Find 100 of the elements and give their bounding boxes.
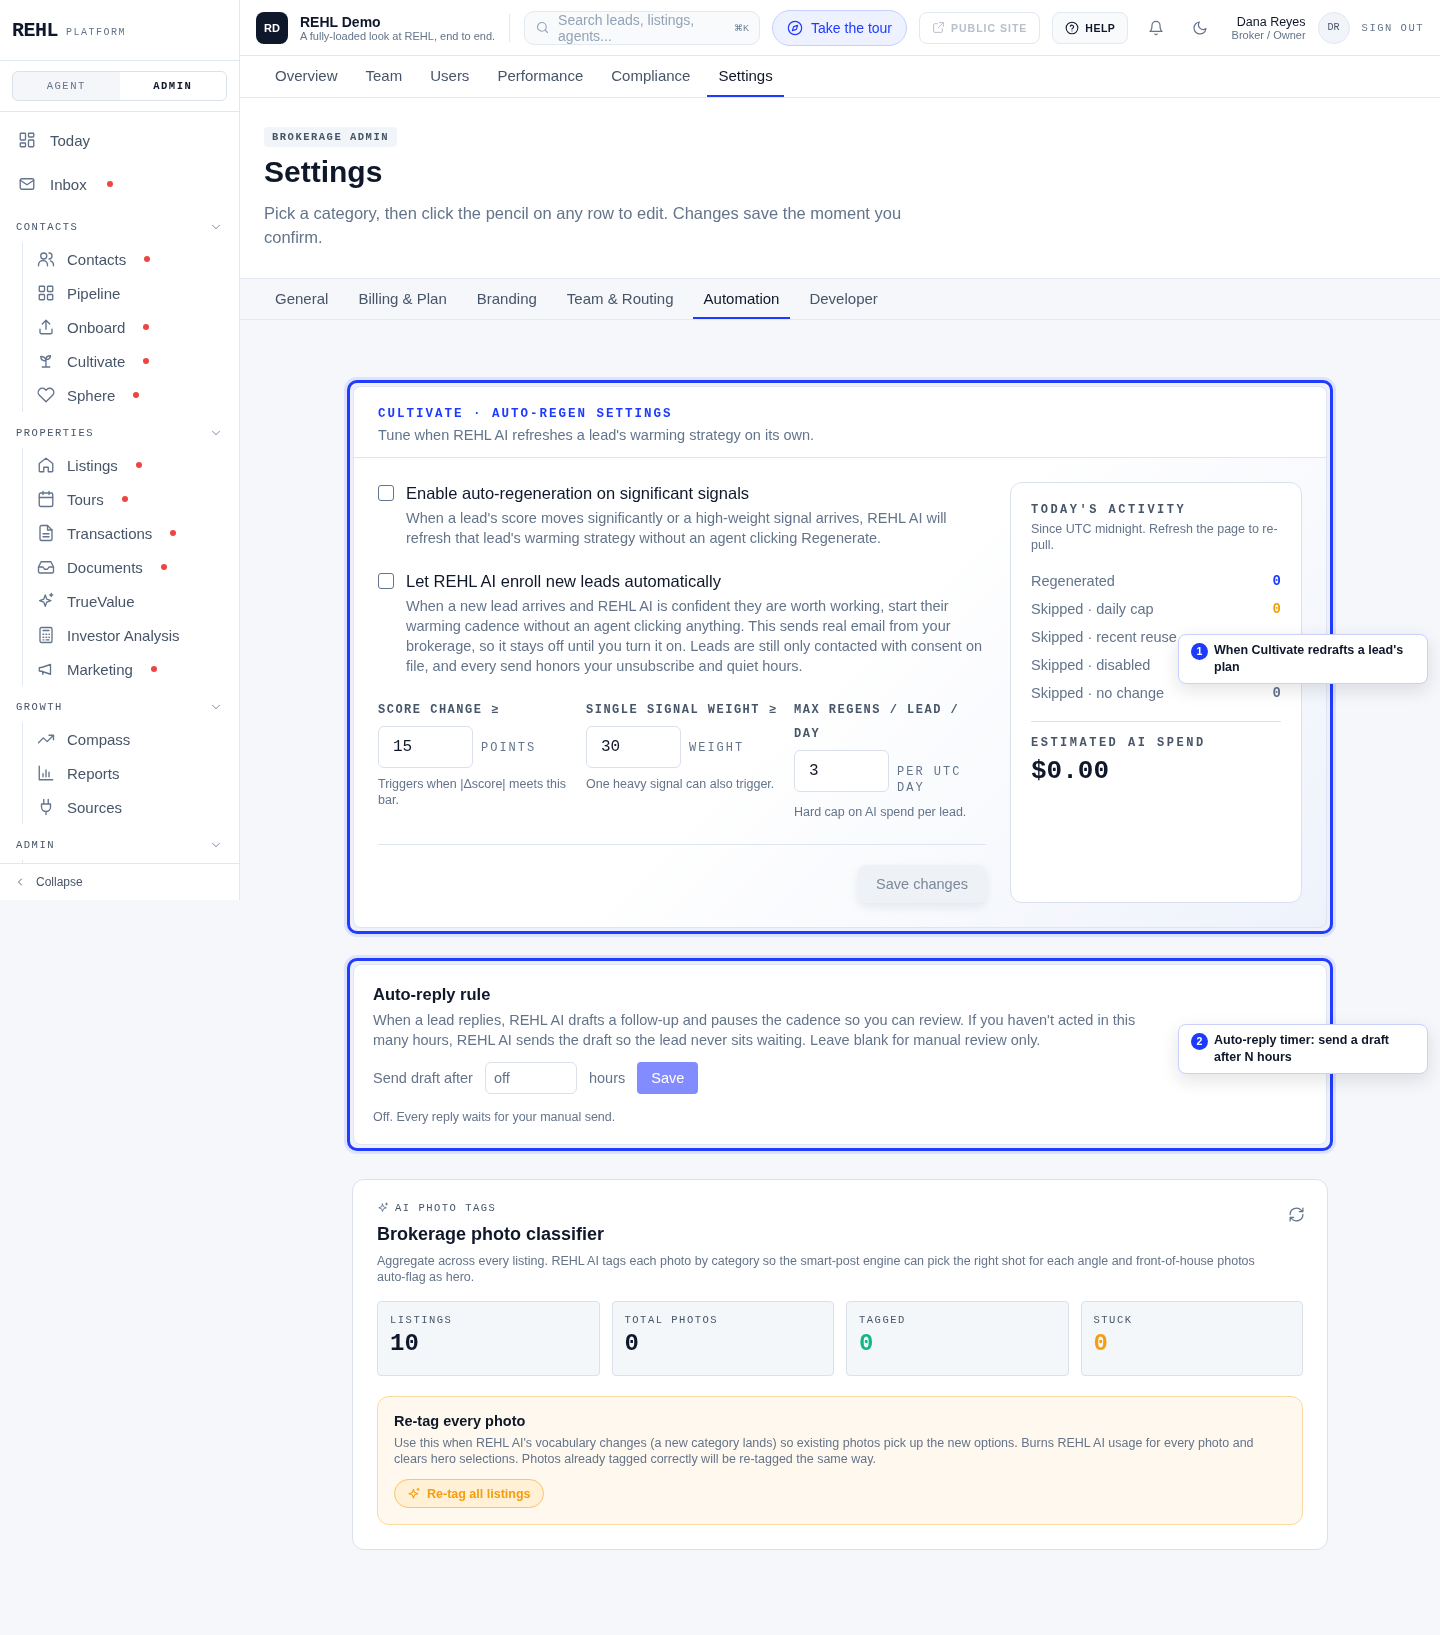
user-role: Broker / Owner <box>1231 28 1306 41</box>
panel-title: TODAY'S ACTIVITY <box>1031 503 1188 517</box>
shortcut-hint: ⌘K <box>734 22 750 33</box>
sidebar-item[interactable]: Inbox <box>0 162 239 206</box>
calculator-icon <box>37 626 55 644</box>
checkbox[interactable] <box>378 485 394 501</box>
activity-count: 0 <box>1272 601 1281 617</box>
tab[interactable]: Users <box>419 56 481 97</box>
card-eyebrow: AI PHOTO TAGS <box>395 1202 497 1214</box>
sidebar-item[interactable]: Pipeline <box>23 276 239 310</box>
page-title: Settings <box>264 155 384 189</box>
card-subtitle: Tune when REHL AI refreshes a lead's warming strategy on its own. <box>378 427 816 443</box>
notification-dot <box>160 564 167 570</box>
tab[interactable]: General <box>264 279 340 319</box>
panel-description: Use this when REHL AI's vocabulary changes (a new category lands) so existing photos pick up the new options. Burns REHL AI usage for every photo and clears hero selections. Photos already tagged correctly will be re-tagged the same way. <box>394 1435 1255 1467</box>
stat-value: 10 <box>390 1330 420 1357</box>
tab[interactable]: Developer <box>798 279 889 319</box>
sparkle-icon <box>37 592 55 610</box>
tray-icon <box>37 558 55 576</box>
moon-icon[interactable] <box>1192 19 1209 36</box>
option-description: When a lead's score moves significantly or a high-weight signal arrives, REHL AI will refresh that lead's warming strategy without an agent clicking Regenerate. <box>406 509 948 548</box>
mode-tab[interactable]: AGENT <box>13 72 120 100</box>
tooltip-text: When Cultivate redrafts a lead's plan <box>1214 642 1405 676</box>
stat-label: TOTAL PHOTOS <box>624 1314 720 1326</box>
tab[interactable]: Automation <box>692 279 791 319</box>
sidebar-item[interactable]: Tours <box>23 482 239 516</box>
spend-label: ESTIMATED AI SPEND <box>1031 736 1207 750</box>
sidebar-item[interactable]: Sphere <box>23 378 239 412</box>
sparkle-icon <box>407 1486 421 1501</box>
sidebar-item[interactable]: Cultivate <box>23 344 239 378</box>
unit-label: POINTS <box>481 740 538 756</box>
unit-label: hours <box>588 1070 626 1086</box>
sidebar-item[interactable]: Marketing <box>23 652 239 686</box>
sidebar-item[interactable]: Transactions <box>23 516 239 550</box>
sidebar-item[interactable]: Contacts <box>23 242 239 276</box>
grid-icon <box>18 131 36 149</box>
option-label: Enable auto-regeneration on significant signals <box>406 483 751 504</box>
stat-label: STUCK <box>1093 1314 1134 1326</box>
number-field[interactable]: 3 <box>794 750 889 792</box>
tab[interactable]: Billing & Plan <box>347 279 458 319</box>
notification-dot <box>106 181 113 187</box>
field-note: Off. Every reply waits for your manual send. <box>373 1110 617 1124</box>
collapse-button[interactable]: Collapse <box>14 875 83 889</box>
card-eyebrow: CULTIVATE · AUTO-REGEN SETTINGS <box>378 407 674 421</box>
number-field[interactable]: 15 <box>378 726 473 768</box>
activity-label: Skipped · daily cap <box>1031 601 1154 617</box>
people-icon <box>37 250 55 268</box>
tab[interactable]: Branding <box>465 279 548 319</box>
calendar-icon <box>37 490 55 508</box>
sidebar-item[interactable]: Investor Analysis <box>23 618 239 652</box>
sparkle-icon <box>377 1202 389 1214</box>
refresh-icon[interactable] <box>1288 1206 1305 1223</box>
tab[interactable]: Performance <box>486 56 595 97</box>
sidebar-item[interactable]: Sources <box>23 790 239 824</box>
card-title: Auto-reply rule <box>373 985 492 1004</box>
sign-out-button[interactable]: SIGN OUT <box>1361 21 1424 34</box>
step-number: 1 <box>1191 643 1208 660</box>
card-description: When a lead replies, REHL AI drafts a follow-up and pauses the cadence so you can review. If you haven't acted in this many hours, REHL AI sends the draft so the lead never sits waiting. Leave blank for manual review only. <box>373 1011 1137 1050</box>
tab[interactable]: Team <box>354 56 414 97</box>
notification-dot <box>143 324 150 330</box>
eyebrow-label: BROKERAGE ADMIN <box>264 127 397 147</box>
tab[interactable]: Compliance <box>600 56 702 97</box>
heart-icon <box>37 386 55 404</box>
tab[interactable]: Overview <box>264 56 349 97</box>
tour-button[interactable]: Take the tour <box>772 9 907 46</box>
number-field[interactable]: 30 <box>586 726 681 768</box>
sidebar-item[interactable]: Documents <box>23 550 239 584</box>
activity-label: Skipped · disabled <box>1031 657 1151 673</box>
step-number: 2 <box>1191 1033 1208 1050</box>
threshold-label: SCORE CHANGE ≥ <box>378 702 501 719</box>
option-description: When a new lead arrives and REHL AI is confident they are worth working, start their warming cadence without an agent clicking anything. This sends real email from your brokerage, so it stays off until you turn it on. Leads are still only contacted with consent on file, and every send honors your unsubscribe and quiet hours. <box>406 597 984 676</box>
workspace-avatar: RD <box>256 11 288 44</box>
sidebar-item[interactable]: Today <box>0 118 239 162</box>
help-button[interactable]: HELP <box>1052 11 1129 44</box>
help-icon <box>1065 20 1080 35</box>
group-heading: CONTACTS <box>16 221 79 233</box>
threshold-help: Triggers when |Δscore| meets this bar. <box>378 776 568 808</box>
card-description: Aggregate across every listing. REHL AI tags each photo by category so the smart-post engine can pick the right shot for each angle and front-of-house photos auto-flag as hero. <box>377 1253 1256 1285</box>
card-title: Brokerage photo classifier <box>377 1224 606 1245</box>
stat-value: 0 <box>859 1330 875 1357</box>
bell-icon[interactable] <box>1148 19 1165 36</box>
brand-name: REHL <box>12 18 58 42</box>
sidebar-item[interactable]: TrueValue <box>23 584 239 618</box>
stat-value: 0 <box>1093 1330 1109 1357</box>
sidebar-item[interactable]: Compass <box>23 722 239 756</box>
option-label: Let REHL AI enroll new leads automatically <box>406 571 722 592</box>
mode-tab[interactable]: ADMIN <box>119 72 226 100</box>
search-field[interactable]: Search leads, listings, agents... ⌘K <box>524 10 761 45</box>
group-heading: GROWTH <box>16 701 63 713</box>
search-icon <box>535 20 551 35</box>
sidebar-item[interactable]: Reports <box>23 756 239 790</box>
checkbox[interactable] <box>378 573 394 589</box>
stat-label: TAGGED <box>859 1314 907 1326</box>
notification-dot <box>150 666 157 672</box>
tab[interactable]: Team & Routing <box>555 279 685 319</box>
activity-count: 0 <box>1272 685 1281 701</box>
sidebar-item[interactable]: Onboard <box>23 310 239 344</box>
hours-field[interactable]: off <box>484 1062 577 1094</box>
sidebar-item[interactable]: Listings <box>23 448 239 482</box>
bar-chart-icon <box>37 764 55 782</box>
